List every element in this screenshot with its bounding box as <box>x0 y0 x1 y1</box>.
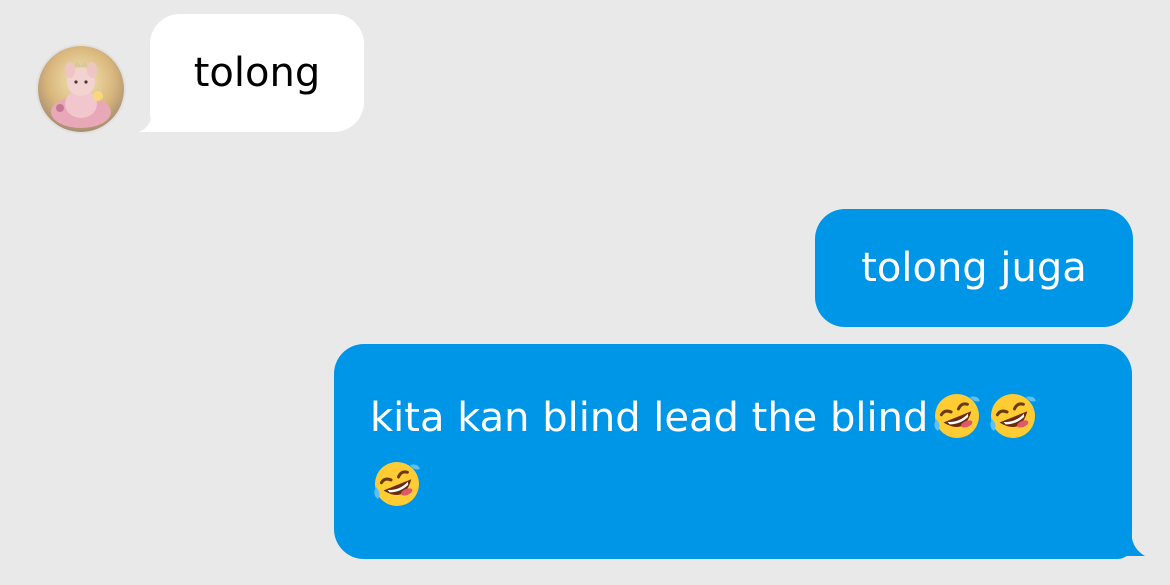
rofl-emoji-icon <box>934 394 981 438</box>
avatar-image <box>38 46 124 132</box>
rofl-emoji-icon <box>374 462 420 506</box>
incoming-message-bubble[interactable]: tolong <box>150 14 364 132</box>
outgoing-message-text: kita kan blind lead the blind <box>370 395 929 441</box>
avatar[interactable] <box>38 46 124 132</box>
outgoing-message-text: tolong juga <box>861 245 1087 291</box>
chat-thread: tolong tolong juga kita kan blind lead t… <box>0 0 1170 585</box>
rofl-emoji-icon <box>990 394 1037 438</box>
outgoing-message-bubble[interactable]: kita kan blind lead the blind <box>334 344 1132 559</box>
incoming-message-text: tolong <box>193 50 321 96</box>
outgoing-message-bubble[interactable]: tolong juga <box>815 209 1133 327</box>
